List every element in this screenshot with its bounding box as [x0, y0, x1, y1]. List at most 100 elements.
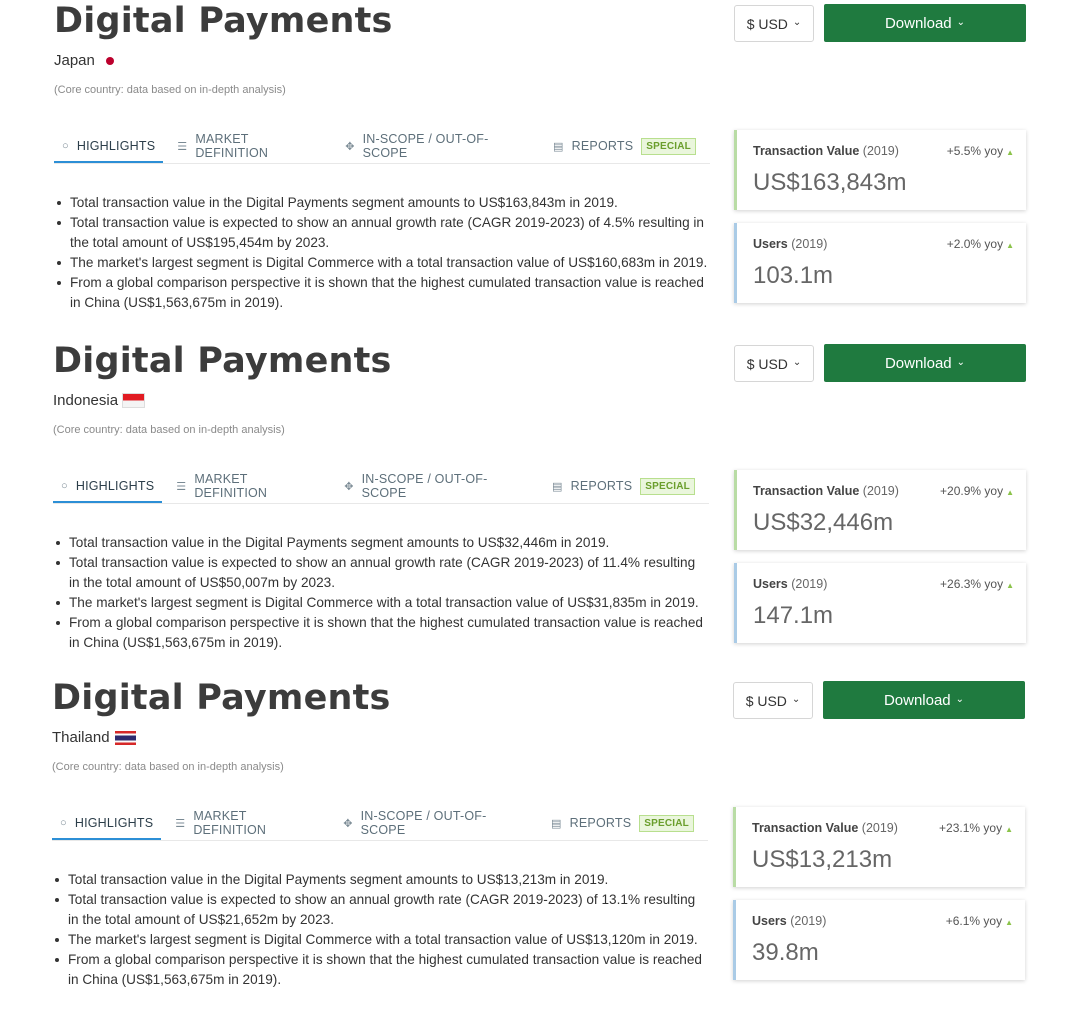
list-item: From a global comparison perspective it …	[55, 950, 708, 990]
arrow-up-icon: ▲	[1006, 581, 1014, 590]
list-icon: ☰	[177, 140, 188, 153]
tab-in-scope[interactable]: ✥ IN-SCOPE / OUT-OF-SCOPE	[337, 130, 539, 162]
lightbulb-icon: ○	[62, 139, 69, 152]
country-row: Indonesia	[53, 392, 145, 409]
currency-selector[interactable]: $ USD ⌄	[733, 682, 813, 719]
list-item: Total transaction value is expected to s…	[57, 213, 710, 253]
crosshair-icon: ✥	[345, 140, 355, 153]
tab-market-definition[interactable]: ☰ MARKET DEFINITION	[167, 807, 329, 839]
special-badge: SPECIAL	[639, 814, 694, 832]
chevron-down-icon: ⌄	[792, 357, 802, 368]
list-item: Total transaction value in the Digital P…	[56, 533, 709, 553]
lightbulb-icon: ○	[60, 816, 67, 829]
core-country-note: (Core country: data based on in-depth an…	[53, 424, 285, 436]
download-button[interactable]: Download ⌄	[824, 344, 1026, 382]
kpi-label: Users	[752, 914, 787, 928]
document-icon: ▤	[553, 140, 564, 153]
list-item: Total transaction value is expected to s…	[55, 890, 708, 930]
tab-highlights[interactable]: ○ HIGHLIGHTS	[52, 807, 162, 840]
list-item: From a global comparison perspective it …	[56, 613, 709, 653]
tab-market-definition[interactable]: ☰ MARKET DEFINITION	[168, 470, 330, 502]
kpi-value: US$32,446m	[753, 509, 894, 536]
currency-selector[interactable]: $ USD ⌄	[734, 345, 814, 382]
tab-reports[interactable]: ▤ REPORTS SPECIAL	[544, 470, 703, 502]
chevron-down-icon: ⌄	[792, 17, 802, 28]
page-title: Digital Payments	[52, 678, 391, 718]
list-item: From a global comparison perspective it …	[57, 273, 710, 313]
transaction-value-card: Transaction Value (2019) +23.1% yoy ▲ US$…	[733, 807, 1025, 887]
tab-in-scope[interactable]: ✥ IN-SCOPE / OUT-OF-SCOPE	[336, 470, 538, 502]
tab-reports[interactable]: ▤ REPORTS SPECIAL	[545, 130, 704, 162]
list-item: Total transaction value in the Digital P…	[57, 193, 710, 213]
kpi-label: Users	[753, 577, 788, 591]
kpi-value: US$13,213m	[752, 846, 893, 873]
arrow-up-icon: ▲	[1006, 488, 1014, 497]
indonesia-flag-icon	[123, 394, 145, 407]
chevron-down-icon: ⌄	[955, 693, 965, 705]
kpi-yoy: +2.0% yoy	[946, 237, 1004, 251]
tab-highlights[interactable]: ○ HIGHLIGHTS	[54, 130, 164, 163]
section-thailand: Digital Payments Thailand (Core country:…	[0, 677, 1080, 1014]
download-button[interactable]: Download ⌄	[824, 4, 1026, 42]
special-badge: SPECIAL	[640, 477, 695, 495]
kpi-yoy: +26.3% yoy	[940, 577, 1004, 591]
arrow-up-icon: ▲	[1005, 918, 1013, 927]
special-badge: SPECIAL	[641, 137, 696, 155]
kpi-yoy: +5.5% yoy	[946, 144, 1004, 158]
list-item: The market's largest segment is Digital …	[56, 593, 709, 613]
core-country-note: (Core country: data based on in-depth an…	[52, 761, 284, 773]
kpi-yoy: +6.1% yoy	[945, 914, 1003, 928]
kpi-value: 147.1m	[753, 602, 834, 629]
kpi-label: Transaction Value	[752, 821, 859, 835]
country-name: Thailand	[52, 729, 110, 746]
arrow-up-icon: ▲	[1006, 241, 1014, 250]
kpi-label: Transaction Value	[753, 144, 860, 158]
tab-market-definition[interactable]: ☰ MARKET DEFINITION	[169, 130, 331, 162]
kpi-year: (2019)	[790, 914, 827, 928]
list-icon: ☰	[175, 817, 186, 830]
document-icon: ▤	[551, 817, 562, 830]
tab-bar: ○ HIGHLIGHTS ☰ MARKET DEFINITION ✥ IN-SCOPE…	[52, 807, 708, 841]
highlights-list: Total transaction value in the Digital P…	[57, 193, 710, 313]
core-country-note: (Core country: data based on in-depth an…	[54, 84, 286, 96]
kpi-year: (2019)	[862, 484, 899, 498]
chevron-down-icon: ⌄	[956, 356, 966, 368]
list-item: Total transaction value in the Digital P…	[55, 870, 708, 890]
list-item: The market's largest segment is Digital …	[55, 930, 708, 950]
section-japan: Digital Payments Japan (Core country: da…	[0, 0, 1080, 338]
list-item: The market's largest segment is Digital …	[57, 253, 710, 273]
kpi-yoy: +20.9% yoy	[940, 484, 1004, 498]
country-row: Thailand	[52, 729, 136, 746]
arrow-up-icon: ▲	[1006, 148, 1014, 157]
chevron-down-icon: ⌄	[956, 16, 966, 28]
tab-bar: ○ HIGHLIGHTS ☰ MARKET DEFINITION ✥ IN-SCOPE…	[54, 130, 710, 164]
users-card: Users (2019) +26.3% yoy ▲ 147.1m	[734, 563, 1026, 643]
currency-selector[interactable]: $ USD ⌄	[734, 5, 814, 42]
kpi-label: Users	[753, 237, 788, 251]
kpi-yoy: +23.1% yoy	[939, 821, 1003, 835]
download-button[interactable]: Download ⌄	[823, 681, 1025, 719]
page-title: Digital Payments	[53, 341, 392, 381]
tab-reports[interactable]: ▤ REPORTS SPECIAL	[543, 807, 702, 839]
tab-bar: ○ HIGHLIGHTS ☰ MARKET DEFINITION ✥ IN-SCOPE…	[53, 470, 709, 504]
kpi-year: (2019)	[862, 144, 899, 158]
document-icon: ▤	[552, 480, 563, 493]
lightbulb-icon: ○	[61, 479, 68, 492]
list-icon: ☰	[176, 480, 187, 493]
arrow-up-icon: ▲	[1005, 825, 1013, 834]
list-item: Total transaction value is expected to s…	[56, 553, 709, 593]
highlights-list: Total transaction value in the Digital P…	[56, 533, 709, 653]
country-name: Indonesia	[53, 392, 119, 409]
highlights-list: Total transaction value in the Digital P…	[55, 870, 708, 990]
tab-in-scope[interactable]: ✥ IN-SCOPE / OUT-OF-SCOPE	[335, 807, 537, 839]
kpi-label: Transaction Value	[753, 484, 860, 498]
tab-highlights[interactable]: ○ HIGHLIGHTS	[53, 470, 163, 503]
thailand-flag-icon	[114, 730, 136, 745]
crosshair-icon: ✥	[343, 817, 353, 830]
crosshair-icon: ✥	[344, 480, 354, 493]
section-indonesia: Digital Payments Indonesia (Core country…	[0, 340, 1080, 678]
kpi-year: (2019)	[861, 821, 898, 835]
kpi-year: (2019)	[791, 237, 828, 251]
kpi-value: US$163,843m	[753, 169, 907, 196]
country-name: Japan	[54, 52, 95, 69]
